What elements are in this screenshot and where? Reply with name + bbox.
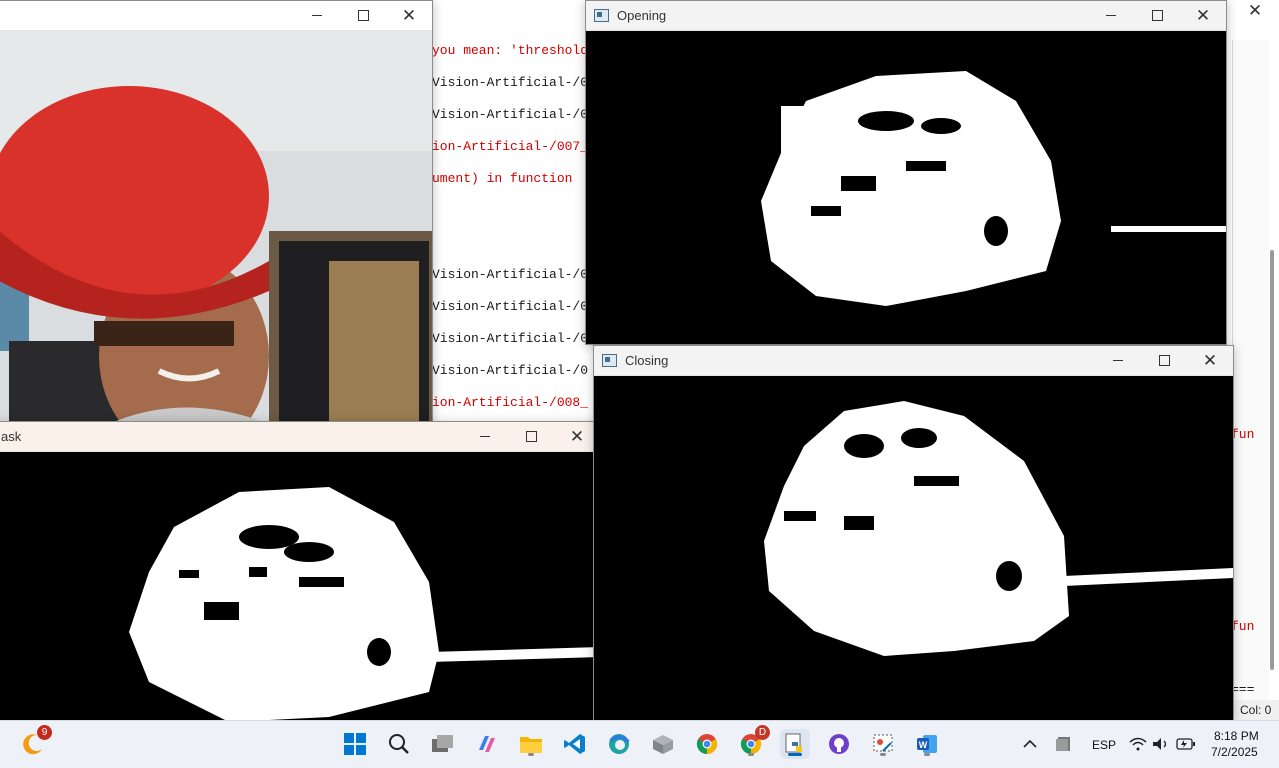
python-icon[interactable] — [780, 729, 810, 759]
widgets-icon[interactable]: 9 — [18, 725, 52, 759]
box-icon[interactable] — [648, 729, 678, 759]
console-line: Vision-Artificial-/0 — [432, 75, 589, 90]
app-window-icon — [594, 9, 609, 22]
maximize-button[interactable] — [508, 422, 554, 451]
closing-titlebar[interactable]: Closing ✕ — [594, 346, 1233, 376]
scrollbar[interactable] — [1270, 250, 1274, 670]
console-line: you mean: 'threshold — [432, 43, 589, 58]
window-title: Opening — [617, 8, 667, 23]
github-icon[interactable] — [824, 729, 854, 759]
language-indicator[interactable]: ESP — [1092, 738, 1116, 752]
maximize-button[interactable] — [340, 1, 386, 30]
mask-titlebar[interactable]: ask ✕ — [0, 422, 600, 452]
chevron-up-icon[interactable] — [1018, 729, 1042, 759]
vscode-icon[interactable] — [560, 729, 590, 759]
console-line: ion-Artificial-/008_ — [432, 395, 589, 410]
opening-titlebar[interactable]: Opening ✕ — [586, 1, 1226, 31]
word-icon[interactable]: W — [912, 729, 942, 759]
chrome-icon[interactable] — [692, 729, 722, 759]
console-line: ument) in function — [432, 171, 581, 186]
chrome-profile-icon[interactable]: D — [736, 725, 770, 759]
volume-icon[interactable] — [1150, 729, 1172, 759]
console-line: Vision-Artificial-/0 — [432, 267, 589, 282]
battery-icon[interactable] — [1174, 729, 1198, 759]
close-icon[interactable]: ✕ — [1240, 0, 1270, 22]
minimize-button[interactable] — [1095, 346, 1141, 375]
console-line: Vision-Artificial-/0 — [432, 363, 589, 378]
mask-image — [0, 452, 600, 720]
console-line: Vision-Artificial-/0 — [432, 331, 589, 346]
profile-badge: D — [755, 725, 770, 740]
webcam-image — [0, 31, 432, 422]
search-icon[interactable] — [384, 729, 414, 759]
minimize-button[interactable] — [462, 422, 508, 451]
app-window-icon — [602, 354, 617, 367]
task-view-icon[interactable] — [428, 729, 458, 759]
closing-image — [594, 376, 1233, 720]
running-indicator — [528, 753, 534, 756]
taskbar: 9 D W ESP 8:18 PM 7/2/2025 — [0, 720, 1279, 768]
camera-titlebar[interactable]: ✕ — [0, 1, 432, 31]
clock-date[interactable]: 7/2/2025 — [1211, 745, 1258, 759]
console-line: Vision-Artificial-/0 — [432, 299, 589, 314]
console-fragment: fun — [1231, 619, 1255, 634]
start-icon[interactable] — [340, 729, 370, 759]
console-right-pane: fun fun === — [1231, 40, 1269, 720]
minimize-button[interactable] — [1088, 1, 1134, 30]
wifi-icon[interactable] — [1126, 729, 1150, 759]
svg-text:W: W — [919, 740, 928, 750]
opening-mask — [761, 71, 1226, 306]
close-button[interactable]: ✕ — [1180, 1, 1226, 30]
binary-mask — [129, 487, 600, 720]
camera-window[interactable]: ✕ — [0, 0, 433, 423]
snipping-icon[interactable] — [868, 729, 898, 759]
running-indicator — [880, 753, 886, 756]
edge-icon[interactable] — [604, 729, 634, 759]
console-fragment: fun — [1231, 427, 1255, 442]
maximize-button[interactable] — [1141, 346, 1187, 375]
console-line: Vision-Artificial-/0 — [432, 107, 589, 122]
console-line: ion-Artificial-/007_ — [432, 139, 589, 154]
window-title: Closing — [625, 353, 669, 368]
running-indicator — [748, 753, 754, 756]
close-button[interactable]: ✕ — [386, 1, 432, 30]
closing-mask — [764, 401, 1233, 656]
running-indicator — [788, 753, 802, 756]
mask-window[interactable]: ask ✕ — [0, 421, 601, 721]
status-column: Col: 0 — [1233, 700, 1279, 720]
close-button[interactable]: ✕ — [1187, 346, 1233, 375]
minimize-button[interactable] — [294, 1, 340, 30]
window-title: ask — [1, 429, 22, 444]
running-indicator — [924, 753, 930, 756]
maximize-button[interactable] — [1134, 1, 1180, 30]
camera-feed — [0, 31, 432, 422]
device-icon[interactable] — [1050, 729, 1076, 759]
clock-time[interactable]: 8:18 PM — [1214, 729, 1259, 743]
file-explorer-icon[interactable] — [516, 729, 546, 759]
closing-window[interactable]: Closing ✕ — [593, 345, 1234, 721]
opening-window[interactable]: Opening ✕ — [585, 0, 1227, 345]
copilot-icon[interactable] — [472, 729, 502, 759]
notification-badge: 9 — [37, 725, 52, 740]
opening-image — [586, 31, 1226, 344]
console-fragment: === — [1231, 682, 1255, 697]
